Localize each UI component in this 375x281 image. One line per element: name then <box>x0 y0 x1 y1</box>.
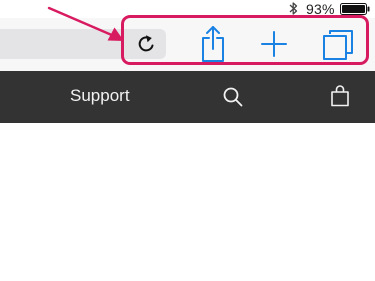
search-icon[interactable] <box>222 86 244 108</box>
page-content <box>0 123 375 281</box>
battery-icon <box>340 3 370 15</box>
bluetooth-icon <box>289 2 298 15</box>
annotation-arrow <box>47 6 124 41</box>
shopping-bag-icon[interactable] <box>329 84 351 108</box>
nav-link-support[interactable]: Support <box>70 86 130 106</box>
site-nav-bar: Support <box>0 71 375 123</box>
annotation-highlight-box <box>121 15 369 65</box>
